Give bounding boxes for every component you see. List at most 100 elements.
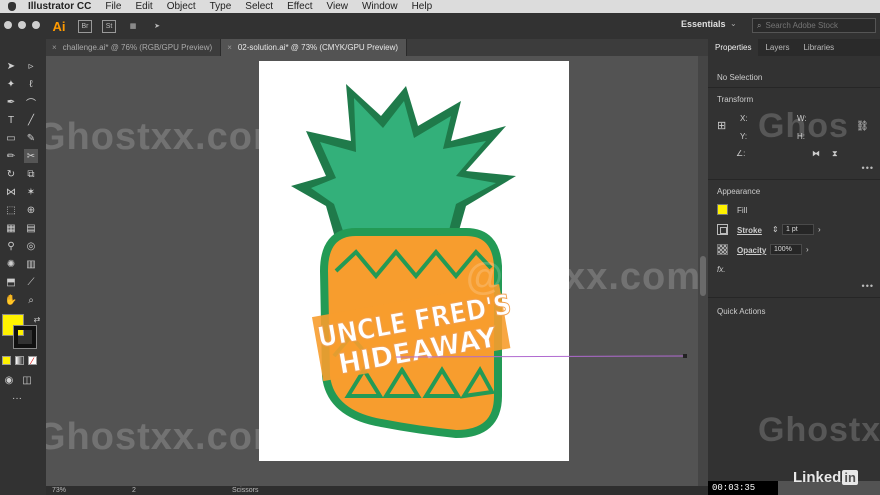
perspective-grid-icon[interactable]: ▦ xyxy=(4,221,18,235)
opacity-field[interactable]: 100% xyxy=(770,244,802,255)
reference-point-icon[interactable]: ⊞ xyxy=(717,119,726,132)
pen-tool-icon[interactable]: ✒ xyxy=(4,95,18,109)
direct-selection-tool-icon[interactable]: ▹ xyxy=(24,59,38,73)
tab-libraries[interactable]: Libraries xyxy=(796,39,841,56)
panel-tabs: Properties Layers Libraries xyxy=(708,39,880,56)
tab-challenge[interactable]: × challenge.ai* @ 76% (RGB/GPU Preview) xyxy=(46,39,222,56)
pencil-tool-icon[interactable]: ✏ xyxy=(4,149,18,163)
slice-tool-icon[interactable]: ⟋ xyxy=(24,275,38,289)
lasso-icon[interactable]: ℓ xyxy=(24,77,38,91)
stock-button[interactable]: St xyxy=(102,19,116,33)
stroke-weight-field[interactable]: 1 pt xyxy=(782,224,814,235)
eyedropper-icon[interactable]: ⚲ xyxy=(4,239,18,253)
scale-tool-icon[interactable]: ⧉ xyxy=(24,167,38,181)
stroke-swatch[interactable] xyxy=(717,224,728,235)
close-tab-icon[interactable]: × xyxy=(52,43,57,52)
rectangle-tool-icon[interactable]: ▭ xyxy=(4,131,18,145)
canvas-area[interactable]: UNCLE FRED'S HIDEAWAY Ghostxx.com @ostxx… xyxy=(46,56,698,486)
appearance-heading: Appearance xyxy=(717,187,761,196)
screen-mode-icon[interactable]: ◫ xyxy=(20,373,34,387)
swap-fill-stroke-icon[interactable]: ⇄ xyxy=(30,312,44,326)
zoom-level[interactable]: 73% xyxy=(52,487,82,494)
status-bar: 73% 2 Scissors xyxy=(46,486,708,495)
apple-menu-icon[interactable] xyxy=(8,2,16,11)
chevron-right-icon[interactable]: › xyxy=(818,225,821,234)
stroke-stepper-icon[interactable]: ⇕ xyxy=(772,225,779,234)
menu-view[interactable]: View xyxy=(326,1,348,12)
zoom-window-button[interactable] xyxy=(32,21,40,29)
puppet-warp-icon[interactable]: ✶ xyxy=(24,185,38,199)
chevron-down-icon[interactable]: ⌄ xyxy=(730,19,737,28)
stock-search[interactable]: ⌕ xyxy=(752,18,876,33)
workspace-switcher[interactable]: Essentials xyxy=(681,19,726,29)
more-options-icon[interactable]: ••• xyxy=(862,163,874,173)
stroke-color-swatch[interactable] xyxy=(13,325,37,349)
menu-help[interactable]: Help xyxy=(412,1,433,12)
fill-swatch[interactable] xyxy=(717,204,728,215)
menu-effect[interactable]: Effect xyxy=(287,1,312,12)
minimize-window-button[interactable] xyxy=(18,21,26,29)
none-mode-icon[interactable]: ⁄ xyxy=(28,356,37,366)
symbol-sprayer-icon[interactable]: ✺ xyxy=(4,257,18,271)
brand-in-badge: in xyxy=(842,470,858,485)
artboard-number[interactable]: 2 xyxy=(132,487,152,494)
link-icon[interactable]: ⛓ xyxy=(856,121,869,132)
gradient-mode-icon[interactable] xyxy=(15,356,24,365)
menu-window[interactable]: Window xyxy=(362,1,398,12)
watermark: Ghos xyxy=(758,107,849,145)
menu-select[interactable]: Select xyxy=(245,1,273,12)
draw-normal-icon[interactable]: ◉ xyxy=(2,373,16,387)
properties-panel: Properties Layers Libraries No Selection… xyxy=(708,39,880,481)
menu-type[interactable]: Type xyxy=(210,1,232,12)
column-graph-icon[interactable]: ▥ xyxy=(24,257,38,271)
flip-vertical-icon[interactable]: ⧗ xyxy=(832,149,838,159)
flip-horizontal-icon[interactable]: ⧓ xyxy=(812,149,820,158)
vertical-scrollbar[interactable] xyxy=(698,56,708,486)
chevron-right-icon[interactable]: › xyxy=(806,245,809,254)
current-tool-label[interactable]: Scissors xyxy=(232,487,258,494)
bridge-button[interactable]: Br xyxy=(78,19,92,33)
magic-wand-icon[interactable]: ✦ xyxy=(4,77,18,91)
zoom-tool-icon[interactable]: ⌕ xyxy=(24,293,38,307)
fx-button[interactable]: fx. xyxy=(717,265,725,274)
paintbrush-icon[interactable]: ✎ xyxy=(24,131,38,145)
selection-tool-icon[interactable]: ➤ xyxy=(4,59,18,73)
app-menu[interactable]: Illustrator CC xyxy=(28,1,91,12)
line-tool-icon[interactable]: ╱ xyxy=(24,113,38,127)
menu-edit[interactable]: Edit xyxy=(135,1,152,12)
opacity-label[interactable]: Opacity xyxy=(737,246,766,255)
fill-label[interactable]: Fill xyxy=(737,206,747,215)
document-tabs: × challenge.ai* @ 76% (RGB/GPU Preview) … xyxy=(46,39,708,56)
blend-tool-icon[interactable]: ◎ xyxy=(24,239,38,253)
edit-toolbar-icon[interactable]: ··· xyxy=(10,391,24,405)
hand-tool-icon[interactable]: ✋ xyxy=(4,293,18,307)
stroke-label[interactable]: Stroke xyxy=(737,226,762,235)
divider xyxy=(708,87,880,88)
divider xyxy=(708,179,880,180)
shape-builder-icon[interactable]: ⊕ xyxy=(24,203,38,217)
arrange-documents-icon[interactable]: ▦ xyxy=(126,20,140,33)
scroll-thumb[interactable] xyxy=(700,256,706,296)
tab-solution[interactable]: × 02-solution.ai* @ 73% (CMYK/GPU Previe… xyxy=(221,39,408,56)
rotate-tool-icon[interactable]: ↻ xyxy=(4,167,18,181)
tab-layers[interactable]: Layers xyxy=(758,39,796,56)
artboard-tool-icon[interactable]: ⬒ xyxy=(4,275,18,289)
curvature-tool-icon[interactable]: ⌒ xyxy=(24,95,38,110)
tab-properties[interactable]: Properties xyxy=(708,39,759,56)
menu-object[interactable]: Object xyxy=(167,1,196,12)
scissors-tool-icon[interactable]: ✂ xyxy=(24,149,38,163)
free-transform-icon[interactable]: ⬚ xyxy=(4,203,18,217)
gpu-performance-icon[interactable]: ➤ xyxy=(150,20,164,33)
type-tool-icon[interactable]: T xyxy=(4,113,18,127)
width-tool-icon[interactable]: ⋈ xyxy=(4,185,18,199)
close-tab-icon[interactable]: × xyxy=(227,43,232,52)
more-options-icon[interactable]: ••• xyxy=(862,281,874,291)
menu-file[interactable]: File xyxy=(105,1,121,12)
stock-search-input[interactable] xyxy=(765,21,866,30)
angle-label: ∠: xyxy=(736,149,746,158)
linkedin-logo: Linked in xyxy=(793,469,858,486)
close-window-button[interactable] xyxy=(4,21,12,29)
anchor-point xyxy=(683,354,687,358)
gradient-tool-icon[interactable]: ▤ xyxy=(24,221,38,235)
color-mode-icon[interactable] xyxy=(2,356,11,365)
